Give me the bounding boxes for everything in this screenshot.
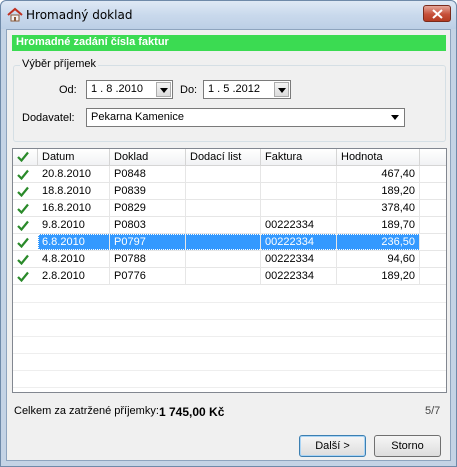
chevron-down-icon [160,88,168,93]
cell-datum[interactable]: 2.8.2010 [38,268,110,284]
from-label: Od: [59,84,77,96]
header-filler [420,149,446,166]
cell-dodaci-list[interactable] [186,234,261,250]
table-row[interactable]: 4.8.2010 P0788 00222334 94,60 [13,251,446,268]
chevron-down-icon [278,88,286,93]
header-doklad[interactable]: Doklad [110,149,186,166]
cell-datum[interactable]: 4.8.2010 [38,251,110,267]
from-date-picker[interactable]: 1 . 8 .2010 [86,80,173,99]
grid-line [13,370,446,371]
from-date-value: 1 . 8 .2010 [91,83,143,95]
cell-hodnota[interactable]: 189,70 [337,217,420,233]
to-date-dropdown-button[interactable] [274,82,289,97]
grid-line [13,336,446,337]
supplier-value: Pekarna Kamenice [91,111,184,123]
cell-dodaci-list[interactable] [186,166,261,182]
title-bar[interactable]: Hromadný doklad [1,1,456,29]
row-checkbox-checkmark-icon[interactable] [17,271,29,282]
window-title: Hromadný doklad [26,8,133,22]
total-value: 1 745,00 Kč [159,405,225,419]
chevron-down-icon [391,115,399,120]
header-hodnota[interactable]: Hodnota [337,149,420,166]
header-datum[interactable]: Datum [38,149,110,166]
close-icon [432,9,443,19]
cell-doklad[interactable]: P0788 [110,251,186,267]
row-checkbox-checkmark-icon[interactable] [17,237,29,248]
cell-datum[interactable]: 9.8.2010 [38,217,110,233]
cell-dodaci-list[interactable] [186,251,261,267]
cell-faktura[interactable]: 00222334 [261,234,337,250]
supplier-label: Dodavatel: [22,112,75,124]
section-header: Hromadné zadání čísla faktur [12,35,446,51]
grid-line [13,302,446,303]
supplier-select[interactable]: Pekarna Kamenice [86,108,405,127]
to-date-picker[interactable]: 1 . 5 .2012 [203,80,291,99]
row-checkbox-checkmark-icon[interactable] [17,220,29,231]
cell-datum[interactable]: 6.8.2010 [38,234,110,250]
table-row[interactable]: 2.8.2010 P0776 00222334 189,20 [13,268,446,285]
cell-dodaci-list[interactable] [186,217,261,233]
cell-doklad[interactable]: P0839 [110,183,186,199]
cell-hodnota[interactable]: 189,20 [337,183,420,199]
cell-dodaci-list[interactable] [186,183,261,199]
from-date-dropdown-button[interactable] [156,82,171,97]
row-checkbox-checkmark-icon[interactable] [17,254,29,265]
cell-hodnota[interactable]: 467,40 [337,166,420,182]
total-label: Celkem za zatržené příjemky: [14,405,159,417]
table-row[interactable]: 20.8.2010 P0848 467,40 [13,166,446,183]
row-checkbox-checkmark-icon[interactable] [17,203,29,214]
cell-faktura[interactable]: 00222334 [261,217,337,233]
header-check-all[interactable] [13,149,38,166]
close-button[interactable] [423,5,451,22]
cell-doklad[interactable]: P0848 [110,166,186,182]
grid-line [13,319,446,320]
cell-dodaci-list[interactable] [186,268,261,284]
cancel-button[interactable]: Storno [374,435,441,457]
home-icon [7,7,23,23]
grid-line [13,353,446,354]
table-row[interactable]: 18.8.2010 P0839 189,20 [13,183,446,200]
to-date-value: 1 . 5 .2012 [208,83,260,95]
cell-faktura[interactable]: 00222334 [261,268,337,284]
cell-datum[interactable]: 18.8.2010 [38,183,110,199]
cell-faktura[interactable] [261,200,337,216]
cell-faktura[interactable] [261,183,337,199]
table-row[interactable]: 9.8.2010 P0803 00222334 189,70 [13,217,446,234]
cell-datum[interactable]: 16.8.2010 [38,200,110,216]
cell-hodnota[interactable]: 378,40 [337,200,420,216]
cell-datum[interactable]: 20.8.2010 [38,166,110,182]
cell-faktura[interactable]: 00222334 [261,251,337,267]
cell-doklad[interactable]: P0776 [110,268,186,284]
cell-faktura[interactable] [261,166,337,182]
group-legend: Výběr příjemek [20,58,98,70]
record-counter: 5/7 [425,405,441,417]
receipts-table: Datum Doklad Dodací list Faktura Hodnota… [12,148,447,393]
cell-doklad[interactable]: P0829 [110,200,186,216]
dialog-client: Hromadné zadání čísla faktur Výběr příje… [6,29,451,461]
cell-hodnota[interactable]: 236,50 [337,234,420,250]
dialog-window: Hromadný doklad Hromadné zadání čísla fa… [0,0,457,467]
table-row[interactable]: 16.8.2010 P0829 378,40 [13,200,446,217]
receipts-selection-group [13,65,446,142]
cell-hodnota[interactable]: 189,20 [337,268,420,284]
row-checkbox-checkmark-icon[interactable] [17,169,29,180]
header-faktura[interactable]: Faktura [261,149,337,166]
grid-line [13,387,446,388]
cell-hodnota[interactable]: 94,60 [337,251,420,267]
cell-dodaci-list[interactable] [186,200,261,216]
header-dodaci-list[interactable]: Dodací list [186,149,261,166]
row-checkbox-checkmark-icon[interactable] [17,186,29,197]
next-button[interactable]: Další > [299,435,366,457]
table-row[interactable]: 6.8.2010 P0797 00222334 236,50 [13,234,446,251]
cell-doklad[interactable]: P0803 [110,217,186,233]
to-label: Do: [180,84,198,96]
cell-doklad[interactable]: P0797 [110,234,186,250]
supplier-dropdown-button[interactable] [388,110,403,125]
table-header: Datum Doklad Dodací list Faktura Hodnota [13,149,446,166]
checkmark-icon [17,151,29,163]
